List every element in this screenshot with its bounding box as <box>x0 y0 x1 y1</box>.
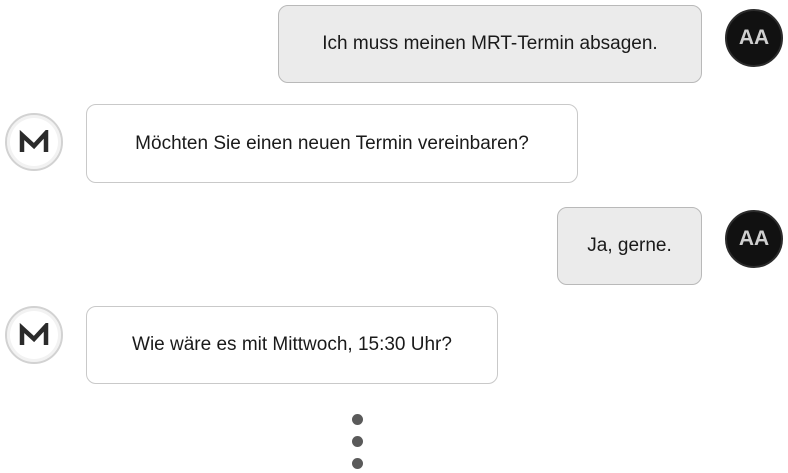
ellipsis-dot <box>352 458 363 469</box>
avatar-initials: AA <box>738 227 770 250</box>
message-text: Möchten Sie einen neuen Termin vereinbar… <box>135 132 529 154</box>
m-logo-icon <box>19 323 49 345</box>
avatar-initials: AA <box>738 26 770 49</box>
ellipsis-dot <box>352 436 363 447</box>
user-avatar: AA <box>725 9 783 67</box>
chat-transcript: Ich muss meinen MRT-Termin absagen. AA M… <box>0 0 788 473</box>
user-message-bubble: Ja, gerne. <box>557 207 702 285</box>
bot-avatar <box>5 113 63 171</box>
m-logo-icon <box>19 130 49 152</box>
ellipsis-dot <box>352 414 363 425</box>
message-text: Ja, gerne. <box>587 235 672 256</box>
bot-message-bubble: Möchten Sie einen neuen Termin vereinbar… <box>86 104 578 183</box>
user-message-bubble: Ich muss meinen MRT-Termin absagen. <box>278 5 702 83</box>
message-text: Ich muss meinen MRT-Termin absagen. <box>322 33 658 54</box>
vertical-ellipsis-icon <box>351 414 365 473</box>
user-avatar: AA <box>725 210 783 268</box>
bot-message-bubble: Wie wäre es mit Mittwoch, 15:30 Uhr? <box>86 306 498 384</box>
message-text: Wie wäre es mit Mittwoch, 15:30 Uhr? <box>132 334 452 355</box>
bot-avatar <box>5 306 63 364</box>
